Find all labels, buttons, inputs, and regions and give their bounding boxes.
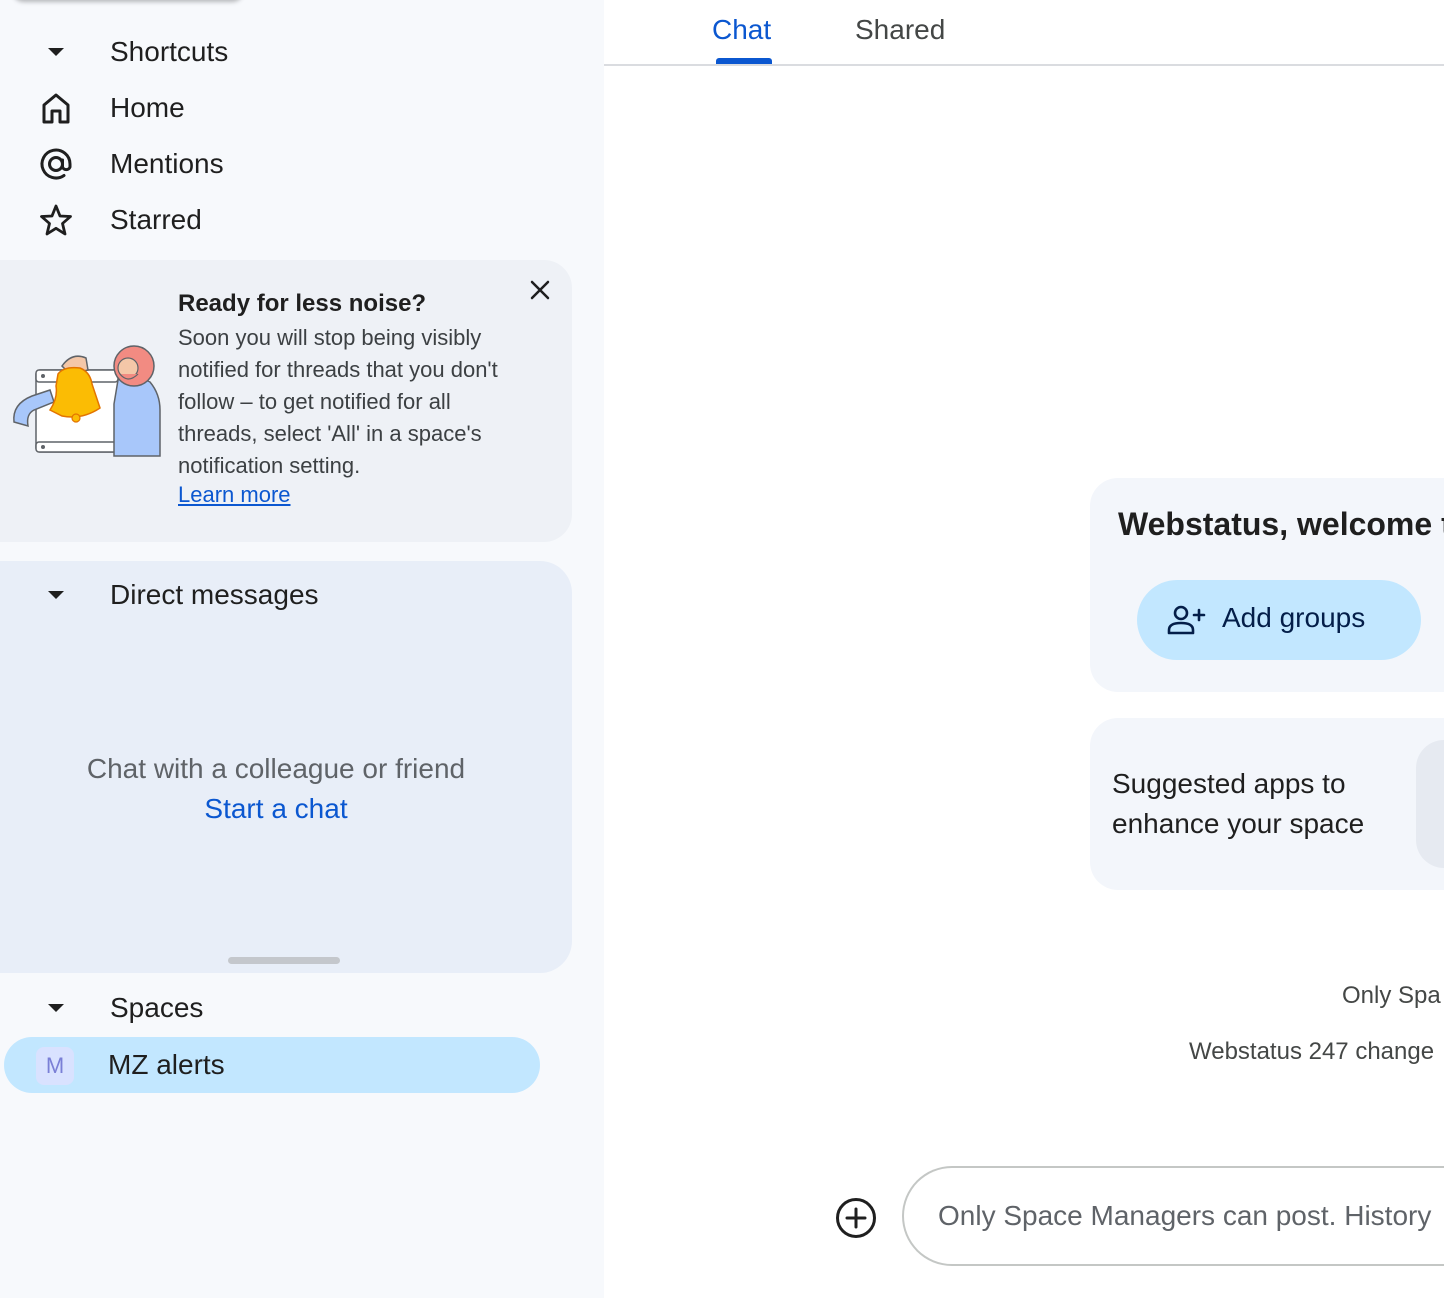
welcome-card: Webstatus, welcome t Add groups <box>1090 478 1444 692</box>
active-tab-indicator <box>716 58 772 64</box>
suggested-apps-card: Suggested apps to enhance your space <box>1090 718 1444 890</box>
chat-main-panel: Chat Shared Webstatus, welcome t Add gro… <box>604 0 1444 1298</box>
tab-bar: Chat Shared <box>604 0 1444 66</box>
start-chat-link[interactable]: Start a chat <box>0 793 552 825</box>
sidebar-item-home[interactable]: Home <box>0 82 560 134</box>
history-notice: Webstatus 247 change <box>1189 1038 1435 1065</box>
caret-down-icon[interactable] <box>44 40 68 64</box>
shortcuts-label: Shortcuts <box>110 36 229 67</box>
space-item-mz-alerts[interactable]: M MZ alerts <box>4 1037 540 1093</box>
sidebar-item-mentions[interactable]: Mentions <box>0 138 560 190</box>
permission-notice: Only Spa <box>1342 982 1441 1009</box>
welcome-title: Webstatus, welcome t <box>1118 506 1444 542</box>
message-composer[interactable]: Only Space Managers can post. History <box>902 1166 1444 1266</box>
resize-handle[interactable] <box>228 957 340 964</box>
suggested-apps-text: Suggested apps to enhance your space <box>1112 768 1365 839</box>
sidebar-item-label: Mentions <box>110 148 224 179</box>
spaces-label: Spaces <box>110 992 204 1023</box>
space-avatar: M <box>36 1047 74 1085</box>
space-label: MZ alerts <box>108 1049 225 1080</box>
caret-down-icon[interactable] <box>44 996 68 1020</box>
direct-messages-header[interactable]: Direct messages <box>0 571 560 619</box>
shortcuts-header[interactable]: Shortcuts <box>0 28 560 76</box>
learn-more-link[interactable]: Learn more <box>178 482 291 508</box>
caret-down-icon[interactable] <box>44 583 68 607</box>
tab-shared[interactable]: Shared <box>855 14 945 46</box>
dm-empty-text: Chat with a colleague or friend <box>86 753 466 784</box>
direct-messages-label: Direct messages <box>110 579 319 610</box>
at-icon <box>36 144 76 184</box>
sidebar-item-label: Starred <box>110 204 202 235</box>
add-groups-button[interactable]: Add groups <box>1137 580 1421 660</box>
promo-body: Soon you will stop being visibly notifie… <box>178 325 498 478</box>
bell-notification-illustration <box>10 344 162 463</box>
tab-chat[interactable]: Chat <box>712 14 771 46</box>
promo-title: Ready for less noise? <box>178 290 427 317</box>
add-circle-icon[interactable] <box>834 1196 878 1240</box>
home-icon <box>36 88 76 128</box>
person-add-icon <box>1167 604 1207 636</box>
spaces-header[interactable]: Spaces <box>0 984 560 1032</box>
direct-messages-section: Direct messages Chat with a colleague or… <box>0 561 572 973</box>
sidebar-item-starred[interactable]: Starred <box>0 194 560 246</box>
close-icon[interactable] <box>524 274 556 306</box>
notification-promo-card: Ready for less noise? Soon you will stop… <box>0 260 572 542</box>
suggested-app-tile[interactable] <box>1416 740 1444 868</box>
star-icon <box>36 200 76 240</box>
composer-placeholder: Only Space Managers can post. History <box>938 1200 1432 1231</box>
sidebar-item-label: Home <box>110 92 185 123</box>
sidebar: Shortcuts Home Mentions Starred Ready fo… <box>0 0 604 1298</box>
add-groups-label: Add groups <box>1222 602 1366 633</box>
